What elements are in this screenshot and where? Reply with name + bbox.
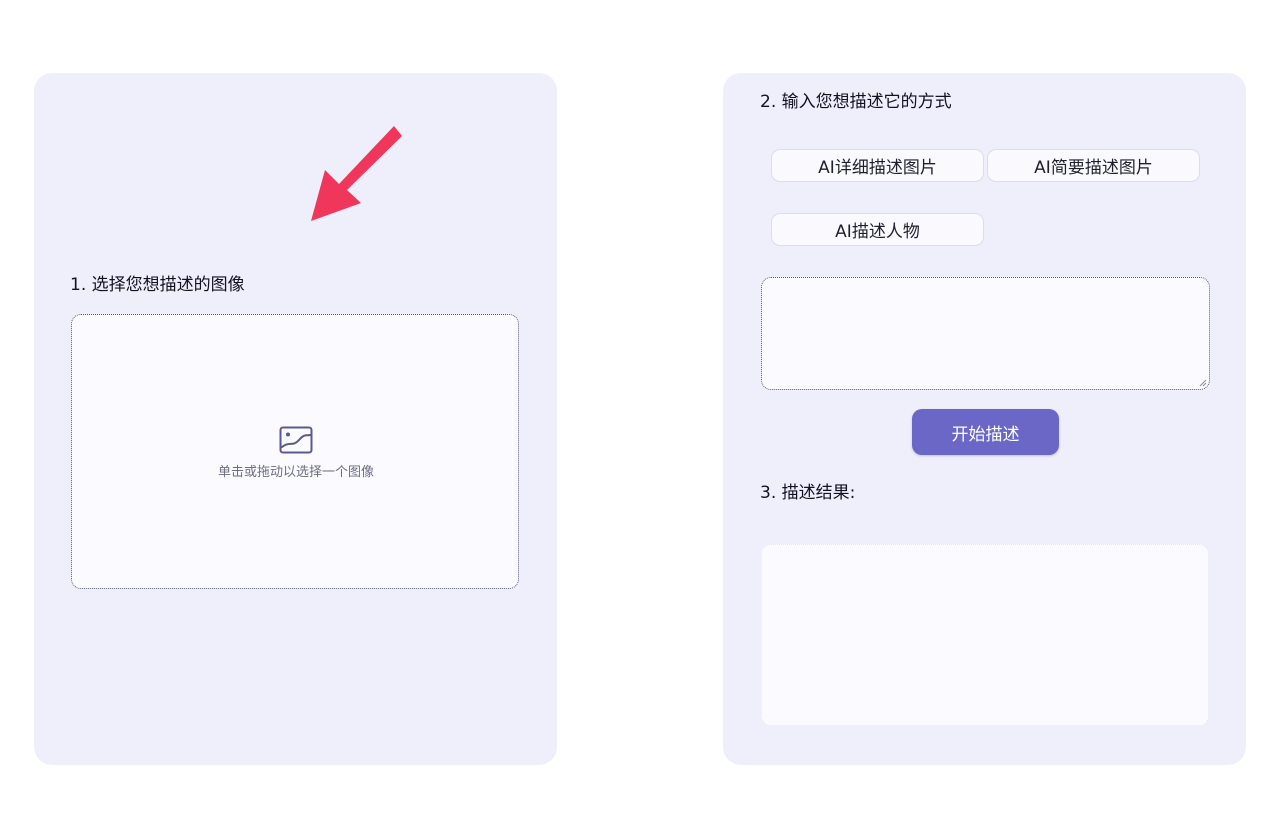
resize-handle-icon[interactable] <box>1199 379 1207 387</box>
step-3-title: 3. 描述结果: <box>760 483 856 503</box>
describe-options-panel: 2. 输入您想描述它的方式 AI详细描述图片 AI简要描述图片 AI描述人物 开… <box>723 73 1246 765</box>
upload-hint-text: 单击或拖动以选择一个图像 <box>217 465 374 480</box>
image-select-panel: 1. 选择您想描述的图像 单击或拖动以选择一个图像 <box>34 73 557 765</box>
pointer-arrow-icon <box>311 126 402 221</box>
mode-brief-button[interactable]: AI简要描述图片 <box>987 149 1200 182</box>
image-upload-dropzone[interactable]: 单击或拖动以选择一个图像 <box>71 314 519 589</box>
image-icon <box>279 426 313 454</box>
step-2-title: 2. 输入您想描述它的方式 <box>760 92 952 112</box>
prompt-textarea[interactable] <box>761 277 1210 390</box>
mode-person-button[interactable]: AI描述人物 <box>771 213 984 246</box>
result-output-box <box>761 544 1209 726</box>
start-describe-button[interactable]: 开始描述 <box>912 409 1059 455</box>
mode-detailed-button[interactable]: AI详细描述图片 <box>771 149 984 182</box>
step-1-title: 1. 选择您想描述的图像 <box>70 275 245 295</box>
